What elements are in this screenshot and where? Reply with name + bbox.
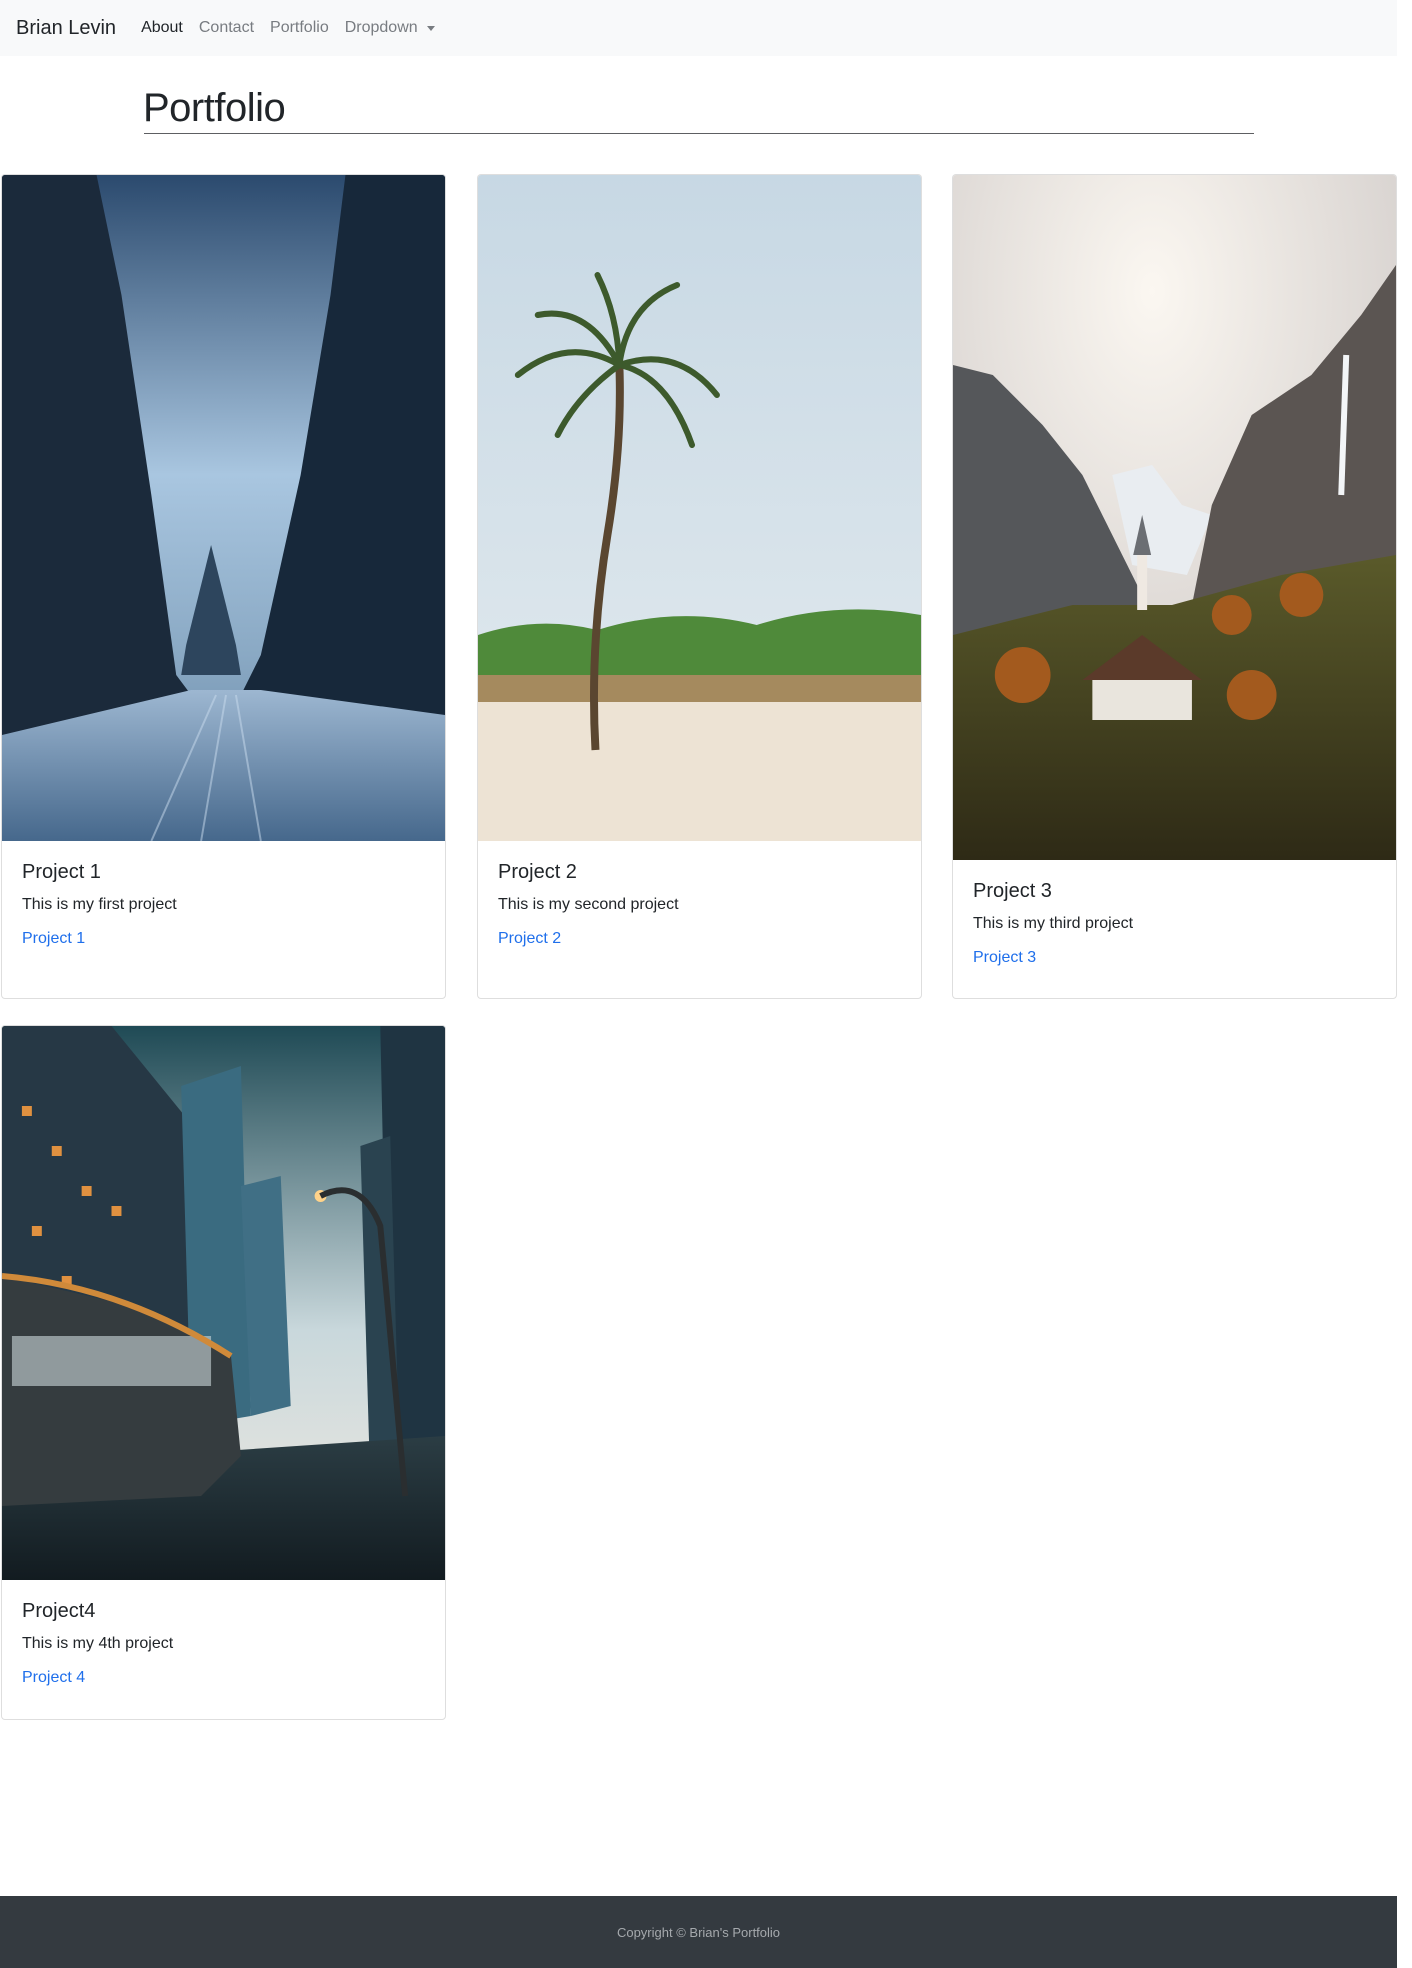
card-body: Project 1 This is my first project Proje… [2,841,445,948]
city-street-metro-bus-photo [2,1026,445,1580]
snowy-forest-road-photo [2,175,445,841]
card-title: Project 1 [22,861,101,883]
nav-dropdown-label: Dropdown [344,19,418,36]
card-title: Project 2 [498,861,577,883]
brand-link[interactable]: Brian Levin [16,17,116,40]
nav-dropdown-toggle[interactable]: Dropdown [345,19,435,37]
project-3-link[interactable]: Project 3 [973,949,1036,966]
card-text: This is my third project [973,915,1134,932]
card-text: This is my first project [22,896,177,913]
footer: Copyright © Brian's Portfolio [0,1896,1397,1968]
project-2-link[interactable]: Project 2 [498,930,561,947]
footer-copyright: Copyright © Brian's Portfolio [616,1924,781,1940]
navbar: Brian Levin About Contact Portfolio Drop… [0,0,1397,56]
nav-link-contact[interactable]: Contact [199,19,254,37]
page: Brian Levin About Contact Portfolio Drop… [0,0,1412,1968]
card-body: Project4 This is my 4th project Project … [2,1580,445,1687]
card-body: Project 2 This is my second project Proj… [478,841,921,948]
project-4-link[interactable]: Project 4 [22,1669,85,1686]
nav-link-portfolio[interactable]: Portfolio [270,19,329,37]
card-body: Project 3 This is my third project Proje… [953,860,1396,967]
card-title: Project4 [22,1600,96,1622]
project-card-3: Project 3 This is my third project Proje… [952,174,1397,999]
card-text: This is my 4th project [22,1635,174,1652]
project-card-2: Project 2 This is my second project Proj… [477,174,922,999]
caret-down-icon [426,25,435,31]
project-card-4: Project4 This is my 4th project Project … [1,1025,446,1720]
card-title: Project 3 [973,880,1052,902]
project-card-1: Project 1 This is my first project Proje… [1,174,446,999]
alpine-valley-village-photo [953,175,1396,860]
project-1-link[interactable]: Project 1 [22,930,85,947]
nav-link-about[interactable]: About [141,19,183,37]
page-title: Portfolio [143,86,286,130]
card-text: This is my second project [498,896,679,913]
palm-tree-beach-photo [478,175,921,841]
title-divider [144,133,1254,134]
